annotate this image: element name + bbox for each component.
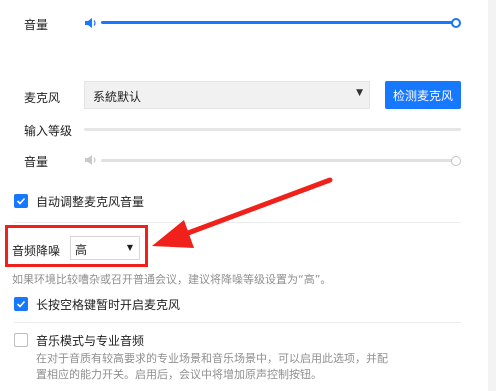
microphone-label: 麦克风: [24, 91, 61, 105]
music-mode-description-line1: 在对于音质有较高要求的专业场景和音乐场景中，可以启用此选项，并配: [36, 352, 388, 365]
music-mode-checkbox[interactable]: [14, 333, 28, 347]
checkbox-checked-icon: [16, 300, 26, 308]
output-volume-thumb[interactable]: [451, 18, 461, 28]
push-to-talk-checkbox[interactable]: [14, 297, 28, 311]
music-mode-description-line2: 置相应的能力开关。启用后，会议中将增加原声控制按钮。: [36, 368, 322, 381]
noise-suppression-label: 音频降噪: [12, 244, 61, 258]
microphone-select[interactable]: 系統默认 ▼: [84, 81, 370, 109]
input-level-meter: [84, 128, 461, 131]
scrollbar[interactable]: [488, 0, 496, 391]
output-volume-label: 音量: [24, 18, 49, 32]
checkbox-checked-icon: [16, 197, 26, 205]
auto-adjust-checkbox[interactable]: [14, 194, 28, 208]
mic-volume-thumb[interactable]: [451, 156, 461, 166]
mic-volume-label: 音量: [24, 155, 49, 169]
annotation-arrow: [152, 177, 333, 248]
test-microphone-button[interactable]: 检测麦克风: [385, 81, 461, 109]
noise-suppression-hint: 如果环境比较嘈杂或召开普通会议，建议将降噪等级设置为“高”。: [12, 273, 332, 286]
caret-down-icon: ▼: [126, 243, 133, 252]
music-mode-label: 音乐模式与专业音频: [36, 334, 145, 348]
input-level-label: 输入等级: [24, 124, 73, 138]
noise-suppression-select[interactable]: 高 ▼: [70, 236, 140, 260]
auto-adjust-label: 自动调整麦克风音量: [36, 195, 145, 209]
push-to-talk-label: 长按空格键暂时开启麦克风: [36, 298, 181, 312]
caret-down-icon: ▼: [356, 88, 363, 98]
mic-volume-track[interactable]: [101, 159, 457, 162]
noise-suppression-value: 高: [75, 243, 88, 257]
speaker-icon[interactable]: [84, 17, 98, 29]
divider: [14, 322, 461, 323]
output-volume-track[interactable]: [101, 21, 457, 24]
microphone-select-value: 系統默认: [93, 90, 142, 104]
speaker-muted-icon[interactable]: [84, 154, 98, 166]
